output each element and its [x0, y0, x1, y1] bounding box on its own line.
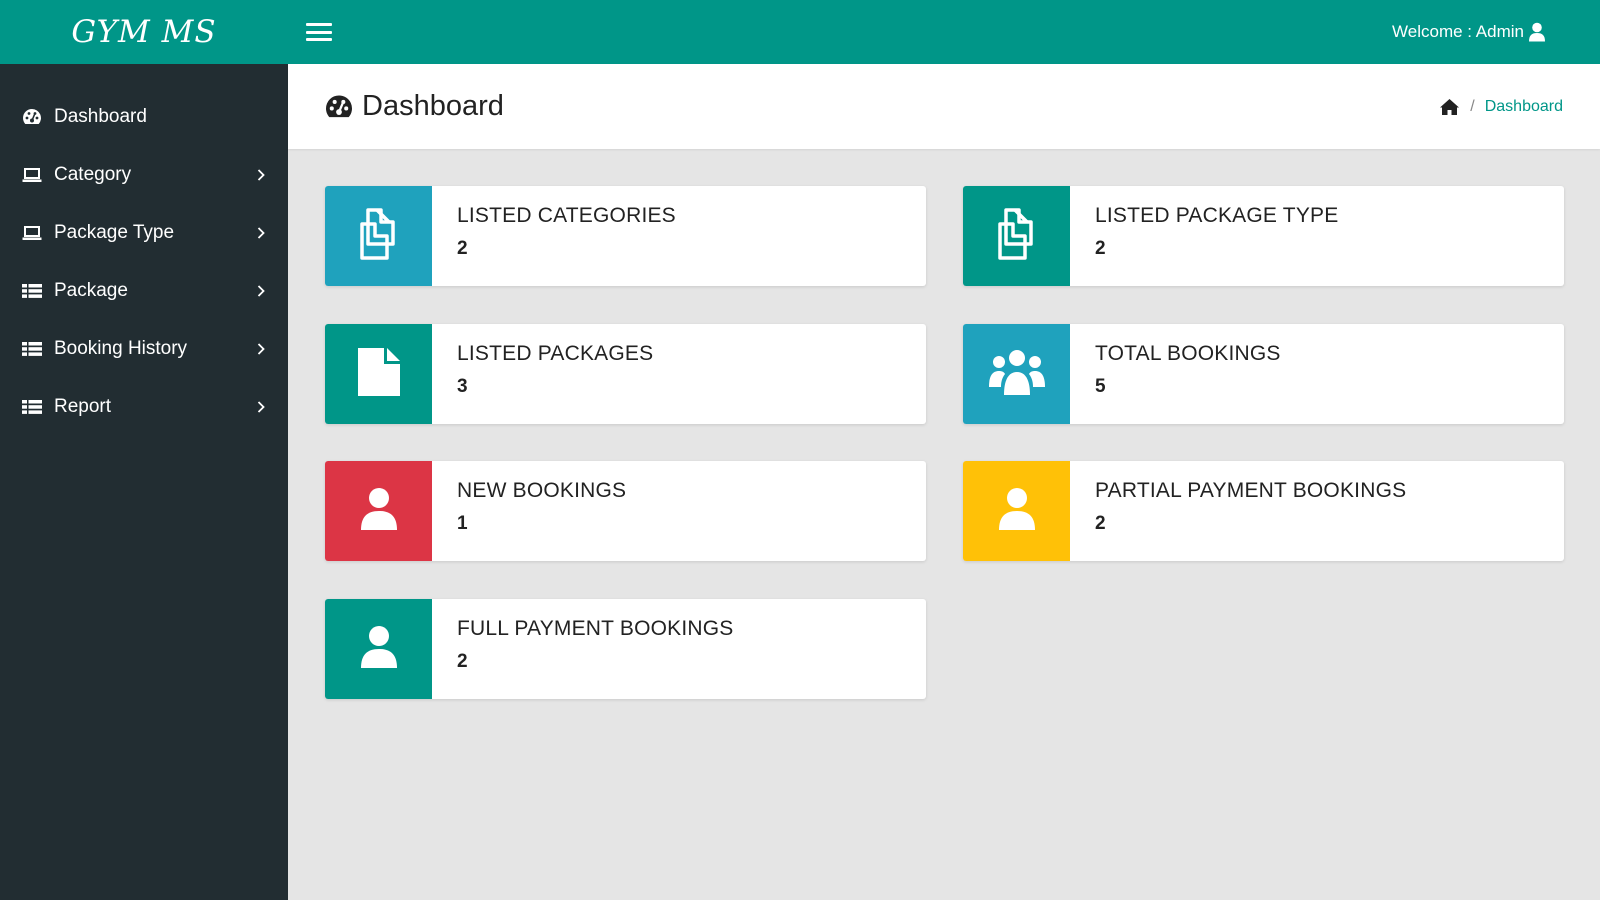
sidebar-item-report[interactable]: Report: [0, 378, 288, 436]
widget-listed-packages[interactable]: LISTED PACKAGES 3: [325, 324, 926, 424]
user-icon: [1528, 22, 1546, 42]
sidebar-item-label: Category: [54, 164, 132, 185]
widget-title: LISTED PACKAGES: [457, 342, 654, 365]
sidebar: GYM MS Dashboard Category Package Type P…: [0, 0, 288, 900]
sidebar-item-label: Report: [54, 396, 112, 417]
breadcrumb: / Dashboard: [1439, 98, 1563, 116]
widget-body: LISTED CATEGORIES 2: [432, 186, 676, 286]
widget-icon-box: [963, 186, 1070, 286]
file-icon: [356, 346, 402, 403]
dashboard-icon: [324, 94, 354, 120]
widget-icon-box: [963, 461, 1070, 561]
sidebar-item-package[interactable]: Package: [0, 262, 288, 320]
widget-value: 5: [1095, 376, 1106, 397]
sidebar-menu: Dashboard Category Package Type Package …: [0, 64, 288, 436]
list-icon: [22, 397, 42, 417]
user-icon: [360, 625, 398, 674]
widget-title: FULL PAYMENT BOOKINGS: [457, 617, 734, 640]
breadcrumb-current[interactable]: Dashboard: [1485, 98, 1563, 116]
sidebar-item-label: Package: [54, 280, 128, 301]
widget-listed-package-type[interactable]: LISTED PACKAGE TYPE 2: [963, 186, 1564, 286]
chevron-right-icon: [254, 342, 268, 356]
widget-body: FULL PAYMENT BOOKINGS 2: [432, 599, 733, 699]
widget-title: TOTAL BOOKINGS: [1095, 342, 1281, 365]
widget-body: NEW BOOKINGS 1: [432, 461, 626, 561]
page-header: Dashboard / Dashboard: [288, 64, 1600, 149]
widget-value: 2: [457, 651, 468, 672]
user-icon: [360, 487, 398, 536]
widget-value: 2: [1095, 238, 1106, 259]
list-icon: [22, 281, 42, 301]
welcome-text: Welcome : Admin: [1392, 22, 1524, 41]
widget-title: LISTED PACKAGE TYPE: [1095, 204, 1339, 227]
widget-body: PARTIAL PAYMENT BOOKINGS 2: [1070, 461, 1406, 561]
chevron-right-icon: [254, 226, 268, 240]
widget-total-bookings[interactable]: TOTAL BOOKINGS 5: [963, 324, 1564, 424]
widget-body: TOTAL BOOKINGS 5: [1070, 324, 1281, 424]
user-menu[interactable]: Welcome : Admin: [1392, 22, 1546, 42]
chevron-right-icon: [254, 400, 268, 414]
sidebar-item-category[interactable]: Category: [0, 146, 288, 204]
sidebar-item-label: Booking History: [54, 338, 188, 359]
page-title-text: Dashboard: [362, 90, 504, 122]
dashboard-icon: [22, 107, 42, 127]
widget-title: PARTIAL PAYMENT BOOKINGS: [1095, 479, 1407, 502]
widget-icon-box: [325, 599, 432, 699]
widget-full-payment-bookings[interactable]: FULL PAYMENT BOOKINGS 2: [325, 599, 926, 699]
chevron-right-icon: [254, 168, 268, 182]
laptop-icon: [22, 223, 42, 243]
widget-value: 2: [1095, 513, 1106, 534]
user-icon: [998, 487, 1036, 536]
sidebar-item-label: Package Type: [54, 222, 175, 243]
widget-new-bookings[interactable]: NEW BOOKINGS 1: [325, 461, 926, 561]
widget-body: LISTED PACKAGE TYPE 2: [1070, 186, 1338, 286]
files-icon: [990, 207, 1044, 265]
widget-icon-box: [325, 186, 432, 286]
sidebar-item-booking-history[interactable]: Booking History: [0, 320, 288, 378]
list-icon: [22, 339, 42, 359]
sidebar-item-dashboard[interactable]: Dashboard: [0, 88, 288, 146]
widget-icon-box: [325, 461, 432, 561]
chevron-right-icon: [254, 284, 268, 298]
files-icon: [352, 207, 406, 265]
home-icon[interactable]: [1439, 98, 1460, 116]
menu-toggle-icon[interactable]: [306, 21, 332, 43]
sidebar-item-label: Dashboard: [54, 106, 147, 127]
widget-icon-box: [963, 324, 1070, 424]
widget-icon-box: [325, 324, 432, 424]
laptop-icon: [22, 165, 42, 185]
widget-listed-categories[interactable]: LISTED CATEGORIES 2: [325, 186, 926, 286]
page-title: Dashboard: [324, 90, 504, 123]
widget-partial-payment-bookings[interactable]: PARTIAL PAYMENT BOOKINGS 2: [963, 461, 1564, 561]
top-bar: Welcome : Admin: [288, 0, 1600, 64]
brand-logo[interactable]: GYM MS: [0, 0, 288, 64]
breadcrumb-separator: /: [1470, 97, 1475, 115]
sidebar-item-package-type[interactable]: Package Type: [0, 204, 288, 262]
widget-title: LISTED CATEGORIES: [457, 204, 676, 227]
users-icon: [988, 347, 1045, 402]
widget-title: NEW BOOKINGS: [457, 479, 627, 502]
widget-body: LISTED PACKAGES 3: [432, 324, 653, 424]
widget-value: 1: [457, 513, 468, 534]
widget-value: 2: [457, 238, 468, 259]
widget-value: 3: [457, 376, 468, 397]
